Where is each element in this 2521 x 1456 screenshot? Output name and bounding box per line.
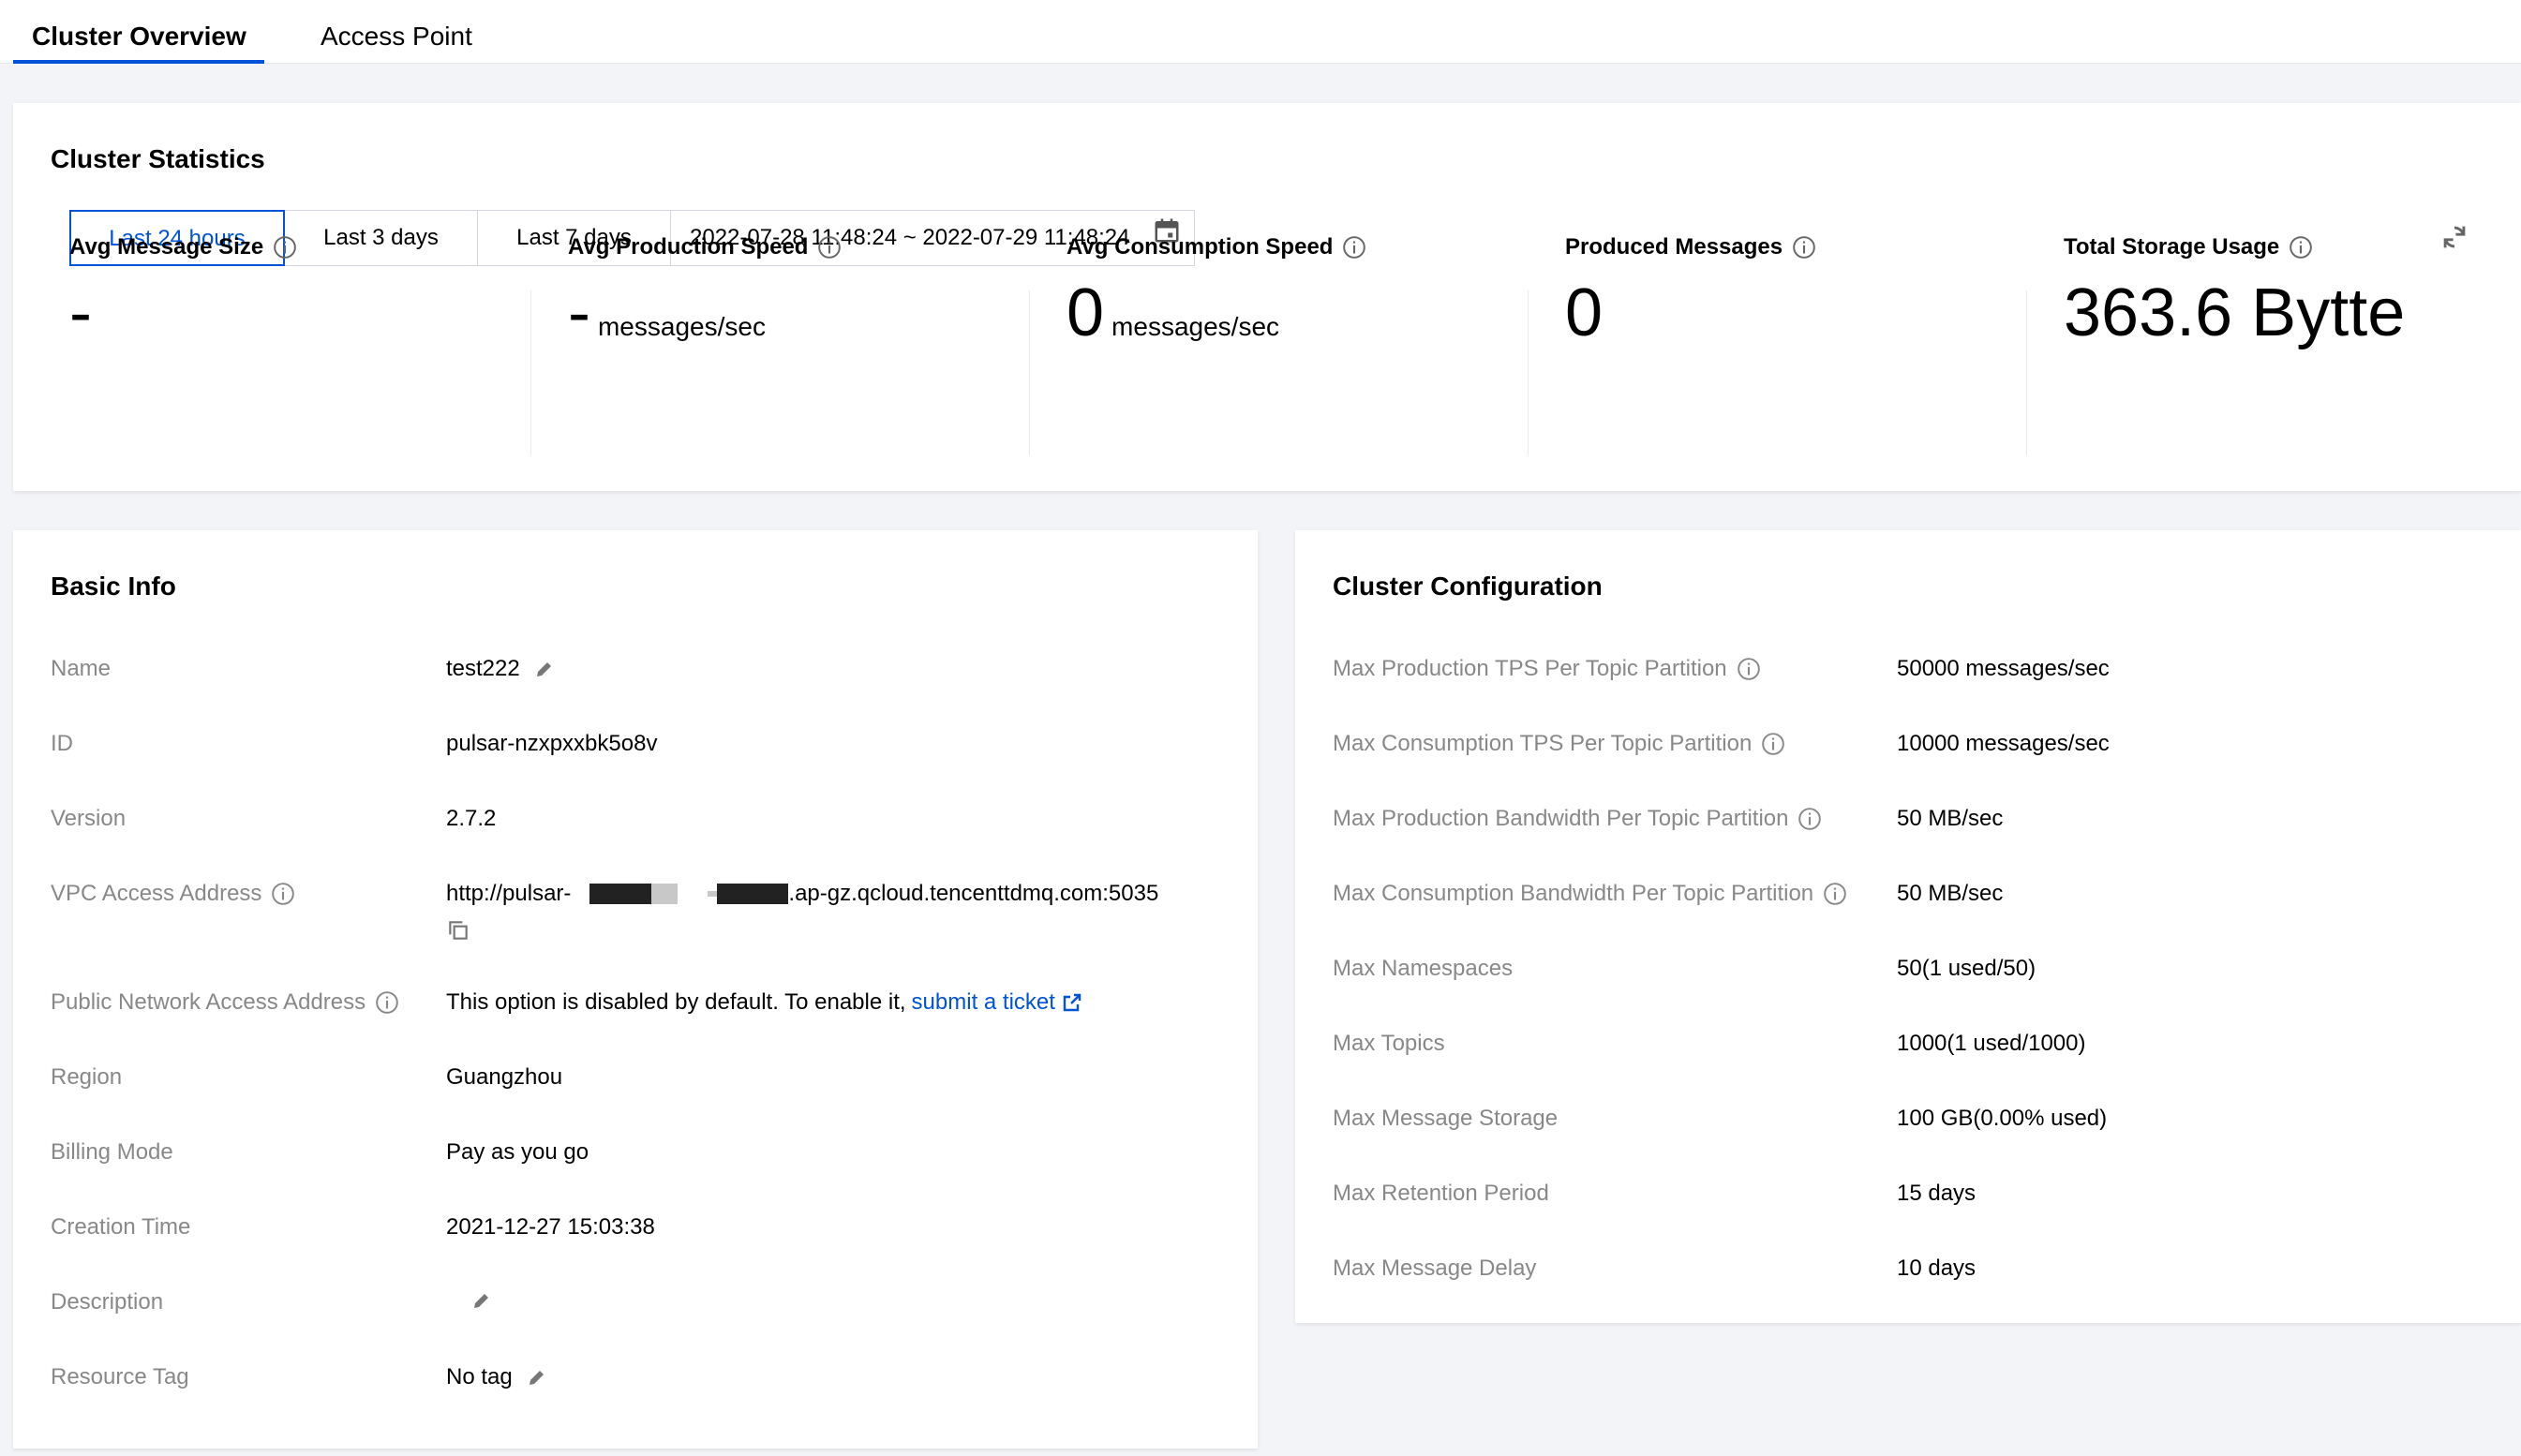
config-label-text: Max Production Bandwidth Per Topic Parti… — [1333, 806, 1789, 831]
metric-label: Avg Production Speed — [568, 234, 809, 260]
info-icon[interactable] — [817, 235, 842, 260]
max-production-bandwidth-label: Max Production Bandwidth Per Topic Parti… — [1333, 806, 1822, 832]
max-production-bandwidth-value: 50 MB/sec — [1897, 806, 2004, 831]
max-namespaces-label: Max Namespaces — [1333, 956, 1514, 981]
metric-value: 0 — [1067, 275, 1105, 350]
redacted-block — [717, 884, 789, 904]
divider — [530, 290, 531, 455]
id-label: ID — [51, 731, 73, 756]
max-message-delay-label: Max Message Delay — [1333, 1255, 1537, 1281]
cluster-statistics-title: Cluster Statistics — [51, 144, 265, 173]
active-tab-indicator — [13, 60, 264, 64]
metric-unit: messages/sec — [1111, 312, 1280, 341]
creation-time-label: Creation Time — [51, 1214, 191, 1240]
metric-value: - — [568, 275, 590, 350]
tab-bar: Cluster Overview Access Point — [0, 0, 2521, 64]
info-icon[interactable] — [2289, 235, 2313, 260]
max-message-delay-value: 10 days — [1897, 1255, 1977, 1281]
vpc-address-prefix: http://pulsar- — [446, 881, 572, 906]
basic-info-title: Basic Info — [51, 572, 176, 601]
info-icon[interactable] — [1823, 882, 1847, 906]
info-icon[interactable] — [1342, 235, 1366, 260]
description-label: Description — [51, 1289, 164, 1315]
edit-icon[interactable] — [533, 658, 556, 680]
vpc-access-address-label: VPC Access Address — [51, 881, 295, 907]
resource-tag-value: No tag — [446, 1364, 548, 1390]
edit-icon[interactable] — [470, 1289, 493, 1312]
copy-icon[interactable] — [446, 918, 470, 947]
info-icon[interactable] — [1761, 732, 1785, 756]
vpc-label-text: VPC Access Address — [51, 881, 262, 906]
resource-tag-text: No tag — [446, 1364, 513, 1389]
max-topics-label: Max Topics — [1333, 1031, 1445, 1056]
edit-icon[interactable] — [526, 1366, 548, 1389]
max-production-tps-value: 50000 messages/sec — [1897, 656, 2110, 681]
max-retention-period-label: Max Retention Period — [1333, 1181, 1549, 1206]
billing-mode-value: Pay as you go — [446, 1139, 589, 1165]
external-link-icon[interactable] — [1061, 991, 1083, 1014]
cluster-statistics-card: Cluster Statistics Last 24 hours Last 3 … — [13, 103, 2521, 491]
public-network-access-label: Public Network Access Address — [51, 989, 399, 1016]
description-value — [457, 1289, 493, 1312]
name-label: Name — [51, 656, 112, 681]
basic-info-card: Basic Info Name test222 ID pulsar-nzxpxx… — [13, 530, 1258, 1449]
redacted-block — [651, 884, 679, 904]
creation-time-value: 2021-12-27 15:03:38 — [446, 1214, 655, 1240]
version-label: Version — [51, 806, 127, 831]
public-network-access-value: This option is disabled by default. To e… — [446, 989, 1083, 1016]
redacted-block — [708, 891, 718, 897]
metric-value: - — [69, 275, 92, 350]
public-network-text: This option is disabled by default. To e… — [446, 989, 906, 1015]
metric-unit: messages/sec — [597, 312, 766, 341]
metric-value: 0 — [1565, 275, 1604, 350]
info-icon[interactable] — [1792, 235, 1816, 260]
max-namespaces-value: 50(1 used/50) — [1897, 956, 2036, 981]
metric-label: Produced Messages — [1565, 234, 1783, 260]
version-value: 2.7.2 — [446, 806, 497, 831]
metric-label: Avg Consumption Speed — [1067, 234, 1334, 260]
metric-label: Total Storage Usage — [2064, 234, 2280, 260]
divider — [2026, 290, 2027, 455]
info-icon[interactable] — [273, 235, 297, 260]
max-topics-value: 1000(1 used/1000) — [1897, 1031, 2086, 1056]
max-retention-period-value: 15 days — [1897, 1181, 1977, 1206]
name-text: test222 — [446, 656, 520, 681]
info-icon[interactable] — [1737, 657, 1761, 681]
range-last-3-days-button[interactable]: Last 3 days — [285, 210, 478, 266]
max-production-tps-label: Max Production TPS Per Topic Partition — [1333, 656, 1761, 682]
tab-access-point[interactable]: Access Point — [321, 0, 472, 64]
max-consumption-tps-label: Max Consumption TPS Per Topic Partition — [1333, 731, 1785, 757]
billing-mode-label: Billing Mode — [51, 1139, 173, 1165]
divider — [1029, 290, 1030, 455]
refresh-icon[interactable] — [2439, 221, 2470, 253]
metric-value: 363.6 Bytte — [2064, 275, 2406, 350]
max-message-storage-value: 100 GB(0.00% used) — [1897, 1106, 2108, 1131]
info-icon[interactable] — [1798, 807, 1822, 831]
resource-tag-label: Resource Tag — [51, 1364, 189, 1389]
region-label: Region — [51, 1064, 123, 1090]
id-value: pulsar-nzxpxxbk5o8v — [446, 731, 658, 756]
submit-ticket-link[interactable]: submit a ticket — [912, 989, 1055, 1016]
vpc-access-address-value: http://pulsar- .ap-gz.qcloud.tencenttdmq… — [446, 881, 1158, 907]
name-value: test222 — [446, 656, 556, 682]
cluster-configuration-card: Cluster Configuration Max Production TPS… — [1295, 530, 2521, 1323]
info-icon[interactable] — [271, 882, 295, 906]
public-network-label-text: Public Network Access Address — [51, 989, 366, 1015]
tab-cluster-overview[interactable]: Cluster Overview — [32, 0, 246, 64]
redacted-block — [589, 884, 652, 904]
info-icon[interactable] — [375, 990, 399, 1015]
config-label-text: Max Production TPS Per Topic Partition — [1333, 656, 1727, 681]
max-consumption-bandwidth-value: 50 MB/sec — [1897, 881, 2004, 906]
max-consumption-tps-value: 10000 messages/sec — [1897, 731, 2110, 756]
cluster-configuration-title: Cluster Configuration — [1333, 572, 1603, 601]
vpc-address-suffix: .ap-gz.qcloud.tencenttdmq.com:5035 — [788, 881, 1159, 906]
divider — [1528, 290, 1529, 455]
max-consumption-bandwidth-label: Max Consumption Bandwidth Per Topic Part… — [1333, 881, 1847, 907]
metric-label: Avg Message Size — [69, 234, 264, 260]
region-value: Guangzhou — [446, 1064, 563, 1090]
config-label-text: Max Consumption Bandwidth Per Topic Part… — [1333, 881, 1814, 906]
max-message-storage-label: Max Message Storage — [1333, 1106, 1559, 1131]
config-label-text: Max Consumption TPS Per Topic Partition — [1333, 731, 1753, 756]
